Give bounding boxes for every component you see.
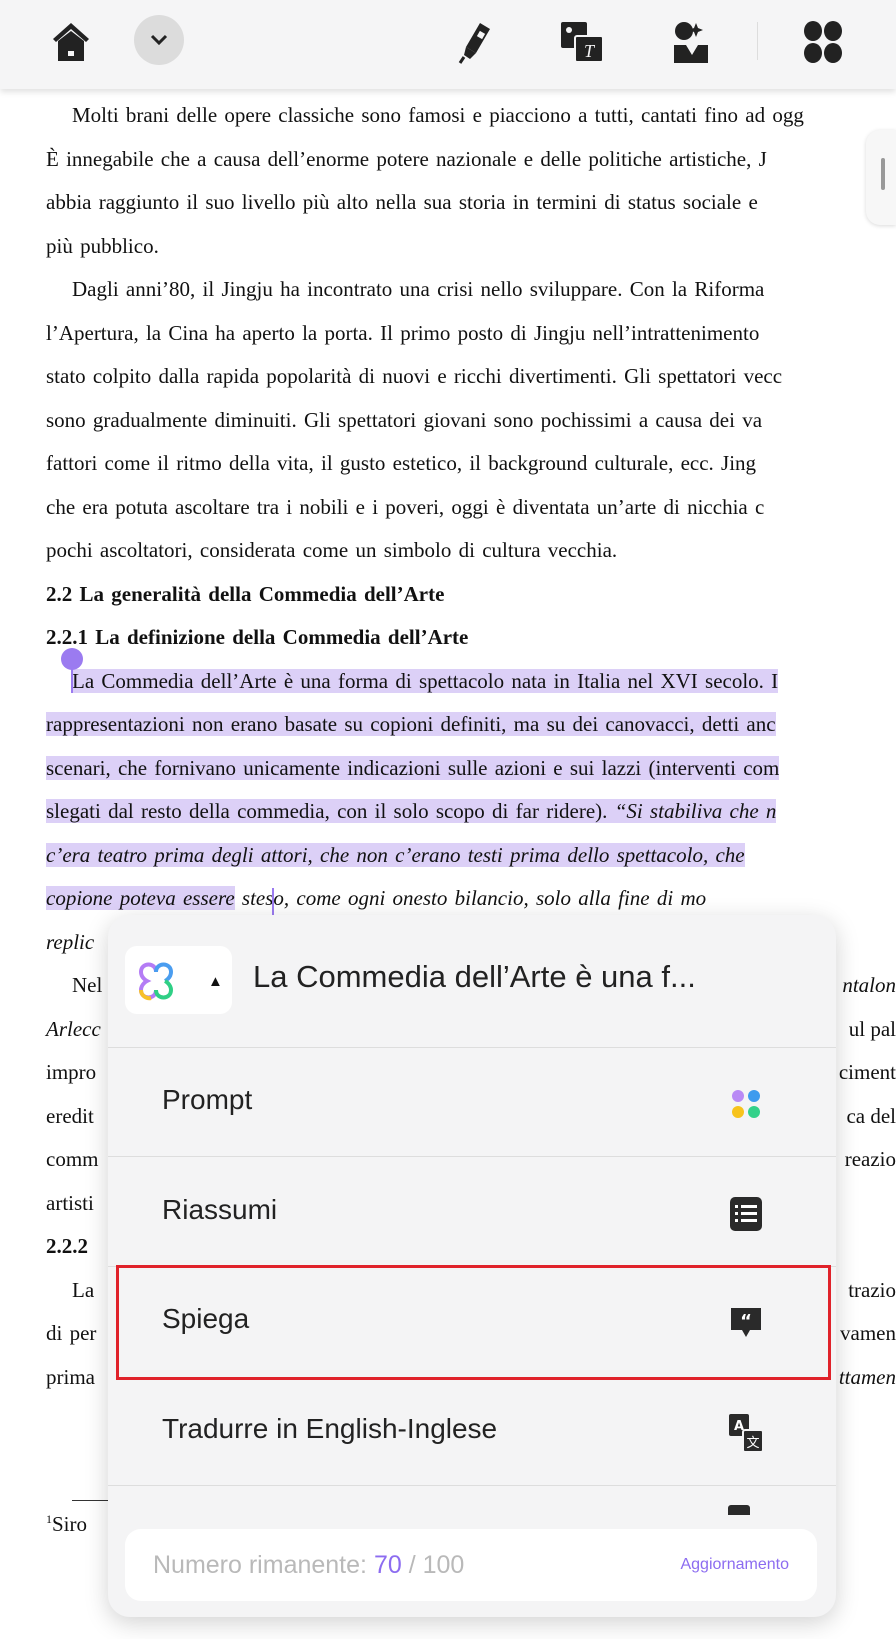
text-fragment: ciment: [838, 1060, 896, 1084]
selected-text: c’era teatro prima degli attori, che non…: [46, 843, 745, 867]
selected-text: slegati dal resto della commedia, con il…: [46, 799, 615, 823]
footnote-text: Siro: [52, 1512, 88, 1536]
text-line: di per: [46, 1321, 97, 1345]
text-line: sono gradualmente diminuiti. Gli spettat…: [46, 408, 763, 432]
section-heading: 2.2.2: [46, 1234, 88, 1258]
selected-text-line[interactable]: La Commedia dell’Arte è una forma di spe…: [72, 667, 779, 697]
toolbar-divider: [757, 22, 758, 60]
remaining-count: Numero rimanente: 70 / 100: [153, 1551, 465, 1579]
ai-logo-icon: [138, 962, 174, 1001]
ai-assistant-menu: ▲ La Commedia dell’Arte è una f... Promp…: [108, 915, 836, 1617]
text-line: abbia raggiunto il suo livello più alto …: [46, 190, 758, 214]
menu-item-translate[interactable]: Tradurre in English-Inglese A文: [108, 1377, 836, 1486]
footnote: 1Siro: [46, 1512, 87, 1537]
text-fragment: ul pal: [848, 1017, 896, 1041]
text-line: Molti brani delle opere classiche sono f…: [72, 103, 804, 127]
menu-item-label: Spiega: [162, 1303, 250, 1334]
menu-item-spiega[interactable]: Spiega “: [108, 1267, 836, 1376]
subsection-heading: 2.2.1 La definizione della Commedia dell…: [46, 625, 469, 649]
text-line: Arlecc: [46, 1017, 101, 1041]
top-toolbar: T: [0, 0, 896, 89]
text-line: Dagli anni’80, il Jingju ha incontrato u…: [72, 277, 765, 301]
image-to-text-icon[interactable]: T: [558, 18, 606, 66]
scrollbar[interactable]: [866, 130, 896, 225]
chevron-down-icon[interactable]: [134, 15, 184, 65]
text-line: È innegabile che a causa dell’enorme pot…: [46, 147, 767, 171]
text-line: impro: [46, 1060, 97, 1084]
ai-avatar-icon[interactable]: [668, 18, 716, 66]
footnote-rule: [72, 1500, 112, 1501]
svg-text:“: “: [740, 1311, 752, 1332]
selected-text: scenari, che fornivano unicamente indica…: [46, 756, 780, 780]
selection-end-handle[interactable]: [272, 888, 274, 916]
text-line: che era potuta ascoltare tra i nobili e …: [46, 495, 765, 519]
selected-text-line[interactable]: scenari, che fornivano unicamente indica…: [46, 754, 780, 784]
selected-text: La Commedia dell’Arte è una forma di spe…: [72, 669, 779, 693]
selected-text-line[interactable]: slegati dal resto della commedia, con il…: [46, 797, 777, 827]
text-line: eredit: [46, 1104, 94, 1128]
text-fragment: ntalon: [842, 973, 896, 997]
text-line: fattori come il ritmo della vita, il gus…: [46, 451, 757, 475]
menu-item-prompt[interactable]: Prompt: [108, 1048, 836, 1157]
menu-item-label: Tradurre in English-Inglese: [162, 1413, 498, 1444]
menu-header: ▲ La Commedia dell’Arte è una f...: [108, 915, 836, 1048]
partial-item-icon: [728, 1505, 750, 1515]
four-dots-icon: [728, 1086, 764, 1122]
text-line: artisti: [46, 1191, 94, 1215]
text-line: l’Apertura, la Cina ha aperto la porta. …: [46, 321, 760, 345]
translate-icon: A文: [728, 1414, 764, 1452]
home-icon[interactable]: [47, 18, 95, 66]
selected-text-line[interactable]: copione poteva essere steso, come ogni o…: [46, 884, 706, 914]
svg-text:文: 文: [746, 1436, 759, 1451]
text-line: stato colpito dalla rapida popolarità di…: [46, 364, 783, 388]
selected-text-line[interactable]: c’era teatro prima degli attori, che non…: [46, 841, 745, 871]
selected-text-line[interactable]: rappresentazioni non erano basate su cop…: [46, 710, 776, 740]
apps-grid-icon[interactable]: [799, 18, 847, 66]
list-icon: [728, 1196, 764, 1232]
text-line: pochi ascoltatori, considerata come un s…: [46, 538, 618, 562]
selected-text: copione poteva essere: [46, 886, 235, 910]
text-line: replic: [46, 930, 95, 954]
text-fragment: reazio: [844, 1147, 896, 1171]
quote-bubble-icon: “: [728, 1305, 764, 1341]
menu-item-riassumi[interactable]: Riassumi: [108, 1158, 836, 1267]
text-fragment: ca del: [846, 1104, 896, 1128]
selected-text: rappresentazioni non erano basate su cop…: [46, 712, 776, 736]
highlighter-icon[interactable]: [452, 18, 500, 66]
selection-start-caret: [71, 665, 73, 693]
text-fragment: vamen: [840, 1321, 896, 1345]
upgrade-link[interactable]: Aggiornamento: [680, 1556, 789, 1574]
collapse-triangle-icon[interactable]: ▲: [208, 973, 223, 990]
text-line: comm: [46, 1147, 99, 1171]
menu-title: La Commedia dell’Arte è una f...: [253, 959, 696, 994]
text-line: prima: [46, 1365, 95, 1389]
text-fragment: ttamen: [838, 1365, 896, 1389]
section-heading: 2.2 La generalità della Commedia dell’Ar…: [46, 582, 445, 606]
text-line: La: [72, 1278, 95, 1302]
menu-item-label: Prompt: [162, 1084, 253, 1115]
ai-logo-toggle[interactable]: ▲: [125, 946, 232, 1014]
usage-footer: Numero rimanente: 70 / 100 Aggiornamento: [125, 1529, 817, 1601]
text-line: più pubblico.: [46, 234, 159, 258]
text-fragment: trazio: [848, 1278, 896, 1302]
menu-item-label: Riassumi: [162, 1194, 278, 1225]
text-fragment: steso, come ogni onesto bilancio, solo a…: [234, 886, 707, 910]
selected-text: “Si stabiliva che n: [614, 799, 777, 823]
text-line: Nel: [72, 973, 103, 997]
